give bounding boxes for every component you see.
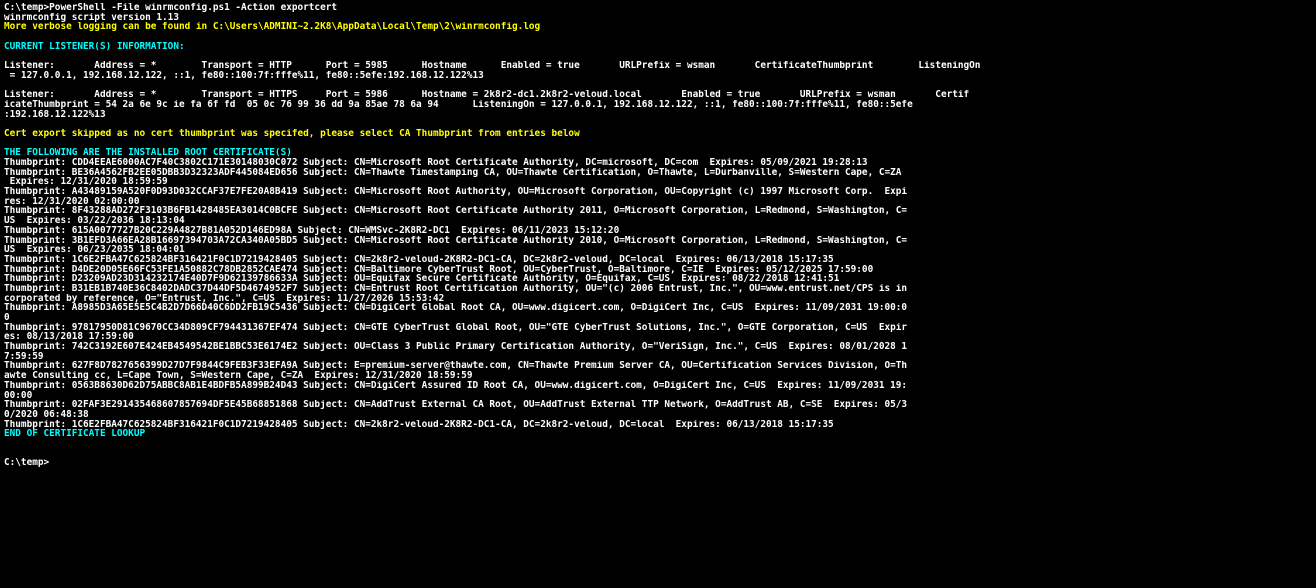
certificate-line: Expires: 12/31/2020 18:59:59 <box>4 177 168 188</box>
listener-http-line: = 127.0.0.1, 192.168.12.122, ::1, fe80::… <box>4 70 484 81</box>
listener-https-line: :192.168.12.122%13 <box>4 109 106 120</box>
certificate-line: 0/2020 06:48:38 <box>4 409 89 420</box>
certificates-section-heading: THE FOLLOWING ARE THE INSTALLED ROOT CER… <box>4 148 292 158</box>
certificate-line: Thumbprint: D4DE20D05E66FC53FE1A50882C78… <box>4 264 874 275</box>
certificate-line: corporated by reference, O="Entrust, Inc… <box>4 293 445 304</box>
certificate-line: Thumbprint: 8F43288AD272F3103B6FB1428485… <box>4 206 908 217</box>
certificate-line: Thumbprint: 3B1EFD3A66EA28B16697394703A7… <box>4 235 908 246</box>
certificate-line: Thumbprint: 1C6E2FBA47C625824BF316421F0C… <box>4 419 834 430</box>
certificate-line: US Expires: 03/22/2036 18:13:04 <box>4 216 185 226</box>
certificate-line: Thumbprint: 97817950D81C9670CC34D809CF79… <box>4 322 908 333</box>
certificate-line: res: 12/31/2020 02:00:00 <box>4 196 140 207</box>
certificate-line: 7:59:59 <box>4 351 44 362</box>
certificate-line: 0 <box>4 313 10 323</box>
certificate-line: US Expires: 06/23/2035 18:04:01 <box>4 245 185 255</box>
command-prompt[interactable]: C:\temp> <box>4 458 1312 468</box>
certificate-line: Thumbprint: A43489159A520F0D93D032CCAF37… <box>4 187 908 197</box>
script-version-line: winrmconfig script version 1.13 <box>4 12 179 23</box>
certificate-line: Thumbprint: 615A0077727B20C229A4827B81A0… <box>4 225 620 236</box>
certificate-line: Thumbprint: 0563B8630D62D75ABBC8AB1E4BDF… <box>4 380 908 391</box>
certificate-line: Thumbprint: 627F8D7827656399D27D7F9844C9… <box>4 361 908 372</box>
certificate-line: 00:00 <box>4 390 33 401</box>
listener-http-line: Listener: Address = * Transport = HTTP P… <box>4 61 981 71</box>
listener-https-line: Listener: Address = * Transport = HTTPS … <box>4 90 970 100</box>
verbose-log-line: More verbose logging can be found in C:\… <box>4 22 541 33</box>
listener-https-line: icateThumbprint = 54 2a 6e 9c ie fa 6f f… <box>4 99 913 110</box>
certificate-line: Thumbprint: BE36A4562FB2EE05DBB3D32323AD… <box>4 167 902 178</box>
listener-section-heading: CURRENT LISTENER(S) INFORMATION: <box>4 41 185 52</box>
end-of-lookup-line: END OF CERTIFICATE LOOKUP <box>4 429 146 439</box>
certificate-line: es: 08/13/2018 17:59:00 <box>4 332 134 343</box>
command-line: C:\temp>PowerShell -File winrmconfig.ps1… <box>4 3 338 13</box>
certificate-line: Thumbprint: 742C3192E607E424EB4549542BE1… <box>4 342 908 352</box>
certificate-line: Thumbprint: 02FAF3E291435468607857694DF5… <box>4 400 908 410</box>
export-skipped-warning: Cert export skipped as no cert thumbprin… <box>4 128 580 139</box>
certificate-line: Thumbprint: CDD4EEAE6000AC7F40C3802C171E… <box>4 158 868 168</box>
certificate-line: Thumbprint: D23209AD23D314232174E40D7F9D… <box>4 274 840 284</box>
certificate-line: Thumbprint: B31EB1B740E36C8402DADC37D44D… <box>4 283 908 294</box>
certificate-line: awte Consulting cc, L=Cape Town, S=Weste… <box>4 371 473 381</box>
powershell-console-window[interactable]: C:\temp>PowerShell -File winrmconfig.ps1… <box>0 0 1316 588</box>
certificate-line: Thumbprint: 1C6E2FBA47C625824BF316421F0C… <box>4 254 834 265</box>
certificate-line: Thumbprint: A8985D3A65E5E5C4B2D7D66D40C6… <box>4 303 908 313</box>
